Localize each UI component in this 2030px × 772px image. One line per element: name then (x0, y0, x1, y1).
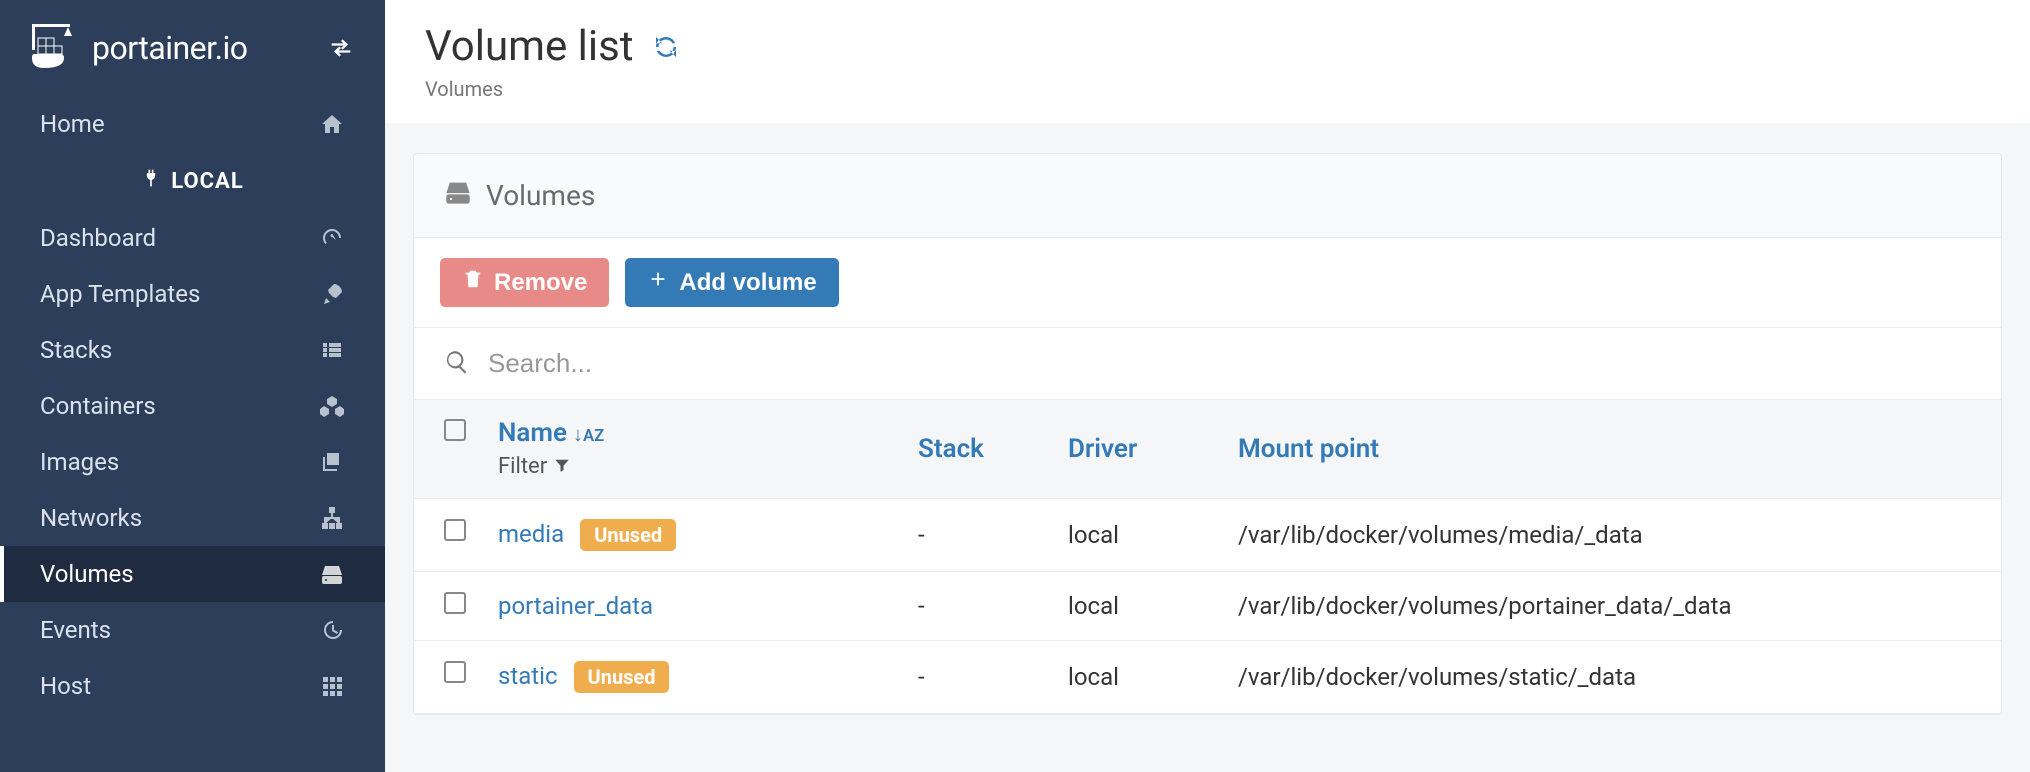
mount-cell: /var/lib/docker/volumes/static/_data (1222, 640, 2001, 713)
stack-cell: - (902, 640, 1052, 713)
nav-item-dashboard[interactable]: Dashboard (0, 210, 385, 266)
history-icon (319, 617, 345, 643)
nav-label: Events (40, 616, 111, 644)
hdd-icon (319, 561, 345, 587)
sort-icon: ↓AZ (573, 422, 604, 447)
rocket-icon (319, 281, 345, 307)
nav-label: Networks (40, 504, 142, 532)
table-row: media Unused -local/var/lib/docker/volumes… (414, 498, 2001, 571)
col-stack[interactable]: Stack (902, 400, 1052, 498)
portainer-logo-icon (30, 24, 78, 72)
volume-name-link[interactable]: static (498, 662, 558, 690)
sidebar-toggle-icon[interactable] (327, 34, 355, 62)
search-row (414, 328, 2001, 400)
nav-label: Containers (40, 392, 156, 420)
table-row: static Unused -local/var/lib/docker/volume… (414, 640, 2001, 713)
refresh-icon[interactable] (651, 32, 681, 62)
nav-label: Home (40, 110, 105, 138)
driver-cell: local (1052, 640, 1222, 713)
main-content: Volume list Volumes Volumes Remove Add (385, 0, 2030, 772)
remove-label: Remove (494, 269, 587, 297)
card-header: Volumes (414, 154, 2001, 238)
nav-label: Host (40, 672, 91, 700)
col-mount[interactable]: Mount point (1222, 400, 2001, 498)
nav-label: App Templates (40, 280, 200, 308)
hdd-icon (444, 178, 472, 213)
nav-item-volumes[interactable]: Volumes (0, 546, 385, 602)
add-label: Add volume (679, 269, 816, 297)
clone-icon (319, 449, 345, 475)
page-title: Volume list (425, 22, 633, 71)
stack-cell: - (902, 498, 1052, 571)
row-checkbox[interactable] (444, 592, 466, 614)
home-icon (319, 111, 345, 137)
col-name[interactable]: Name↓AZ Filter (482, 400, 902, 498)
nav-item-events[interactable]: Events (0, 602, 385, 658)
mount-cell: /var/lib/docker/volumes/portainer_data/_… (1222, 571, 2001, 640)
nav-label: Images (40, 448, 119, 476)
stack-cell: - (902, 571, 1052, 640)
add-volume-button[interactable]: Add volume (625, 258, 838, 307)
nav-item-networks[interactable]: Networks (0, 490, 385, 546)
row-checkbox[interactable] (444, 661, 466, 683)
nav-header-label: LOCAL (171, 169, 243, 194)
brand: portainer.io (0, 0, 385, 96)
nav-label: Dashboard (40, 224, 156, 252)
volume-name-link[interactable]: media (498, 520, 564, 548)
driver-cell: local (1052, 498, 1222, 571)
filter-icon[interactable] (553, 455, 571, 480)
trash-icon (462, 268, 484, 297)
unused-badge: Unused (574, 661, 670, 693)
nav: Home LOCAL Dashboard App Templates Stack… (0, 96, 385, 772)
search-input[interactable] (488, 348, 1971, 379)
th-icon (319, 673, 345, 699)
volumes-card: Volumes Remove Add volume (413, 153, 2002, 715)
brand-name: portainer.io (92, 29, 248, 67)
nav-item-images[interactable]: Images (0, 434, 385, 490)
sitemap-icon (319, 505, 345, 531)
unused-badge: Unused (580, 519, 676, 551)
row-checkbox[interactable] (444, 519, 466, 541)
nav-item-containers[interactable]: Containers (0, 378, 385, 434)
toolbar: Remove Add volume (414, 238, 2001, 328)
remove-button[interactable]: Remove (440, 258, 609, 307)
driver-cell: local (1052, 571, 1222, 640)
nav-label: Stacks (40, 336, 112, 364)
card-title: Volumes (486, 179, 595, 212)
page-header: Volume list Volumes (385, 0, 2030, 123)
dashboard-icon (319, 225, 345, 251)
mount-cell: /var/lib/docker/volumes/media/_data (1222, 498, 2001, 571)
volume-name-link[interactable]: portainer_data (498, 592, 653, 620)
search-icon (444, 349, 470, 379)
nav-label: Volumes (40, 560, 134, 588)
nav-item-app-templates[interactable]: App Templates (0, 266, 385, 322)
sidebar: portainer.io Home LOCAL Dashboard App Te… (0, 0, 385, 772)
nav-item-home[interactable]: Home (0, 96, 385, 152)
cubes-icon (319, 393, 345, 419)
nav-header-local: LOCAL (0, 152, 385, 210)
plug-icon (141, 168, 161, 194)
breadcrumb: Volumes (425, 77, 1990, 101)
col-driver[interactable]: Driver (1052, 400, 1222, 498)
plus-icon (647, 268, 669, 297)
volumes-table: Name↓AZ Filter Stack Driver Mount point … (414, 400, 2001, 714)
list-icon (319, 337, 345, 363)
nav-item-stacks[interactable]: Stacks (0, 322, 385, 378)
nav-item-host[interactable]: Host (0, 658, 385, 714)
table-row: portainer_data -local/var/lib/docker/volu… (414, 571, 2001, 640)
select-all-checkbox[interactable] (444, 419, 466, 441)
